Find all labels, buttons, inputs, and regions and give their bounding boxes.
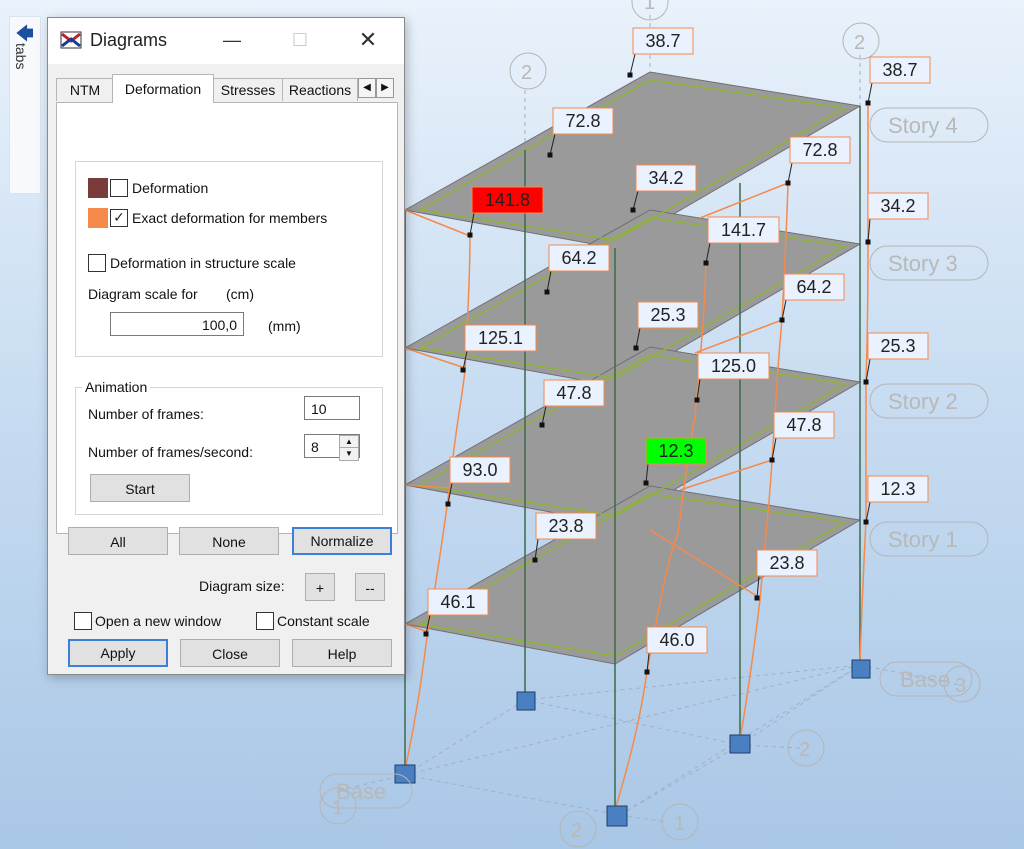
exact-deformation-checkbox[interactable]: ✓ [110, 209, 128, 227]
maximize-icon[interactable]: ☐ [284, 26, 316, 54]
svg-text:2: 2 [799, 739, 810, 761]
constant-scale-checkbox[interactable] [256, 612, 274, 630]
minimize-icon[interactable]: — [216, 26, 248, 54]
deformation-value-label: 23.8 [754, 549, 818, 601]
svg-text:125.1: 125.1 [478, 328, 523, 348]
svg-text:47.8: 47.8 [556, 383, 591, 403]
svg-text:25.3: 25.3 [880, 336, 915, 356]
tab-ntm[interactable]: NTM [56, 78, 114, 101]
deformation-value-label: 72.8 [785, 136, 851, 186]
tab-scroll-left-icon[interactable]: ◀ [358, 78, 376, 98]
svg-text:2: 2 [521, 62, 532, 84]
structure-scale-label: Deformation in structure scale [110, 255, 296, 271]
scale-label: Diagram scale for [88, 286, 198, 302]
deformation-value-label: 47.8 [769, 411, 835, 463]
svg-text:93.0: 93.0 [462, 460, 497, 480]
story-4-label: Story 4 [888, 113, 958, 138]
animation-title: Animation [82, 379, 151, 395]
svg-text:1: 1 [332, 797, 343, 819]
svg-text:47.8: 47.8 [786, 415, 821, 435]
deformation-label: Deformation [132, 180, 209, 196]
close-icon[interactable]: ✕ [352, 26, 384, 54]
svg-text:46.1: 46.1 [440, 592, 475, 612]
frames-input[interactable]: 10 [304, 396, 360, 420]
tab-scroll-right-icon[interactable]: ▶ [376, 78, 394, 98]
svg-text:38.7: 38.7 [645, 31, 680, 51]
tab-reactions[interactable]: Reactions [282, 78, 358, 101]
svg-text:141.7: 141.7 [721, 220, 766, 240]
deformation-value-label: 12.3 [863, 475, 929, 525]
svg-text:141.8: 141.8 [485, 190, 530, 210]
apply-button[interactable]: Apply [68, 639, 168, 667]
svg-text:38.7: 38.7 [882, 60, 917, 80]
frames-label: Number of frames: [88, 406, 204, 422]
none-button[interactable]: None [179, 527, 279, 555]
deformation-value-label: 25.3 [863, 332, 929, 385]
tab-bar: NTM Deformation Stresses Reactions ◀ ▶ [56, 74, 396, 103]
tab-stresses[interactable]: Stresses [212, 78, 284, 101]
svg-text:2: 2 [854, 32, 865, 54]
svg-text:12.3: 12.3 [658, 441, 693, 461]
animation-group: Animation Number of frames: 10 Number of… [75, 379, 383, 515]
open-new-window-label: Open a new window [95, 613, 222, 629]
diagrams-dialog: Diagrams — ☐ ✕ NTM Deformation Stresses … [47, 17, 405, 675]
diagram-size-label: Diagram size: [199, 578, 285, 594]
diagram-size-plus-button[interactable]: + [305, 573, 335, 601]
title-bar[interactable]: Diagrams — ☐ ✕ [48, 18, 404, 64]
scale-value-unit: (mm) [268, 318, 301, 334]
svg-text:72.8: 72.8 [565, 111, 600, 131]
svg-text:23.8: 23.8 [769, 553, 804, 573]
dialog-title: Diagrams [90, 30, 168, 50]
deformation-value-label: 34.2 [865, 192, 929, 245]
help-button[interactable]: Help [292, 639, 392, 667]
deformation-value-label: 46.0 [644, 626, 708, 675]
svg-text:46.0: 46.0 [659, 630, 694, 650]
structure-scale-checkbox[interactable] [88, 254, 106, 272]
base-label-left: Base [336, 779, 386, 804]
svg-text:1: 1 [674, 813, 685, 835]
constant-scale-label: Constant scale [277, 613, 370, 629]
exact-deformation-label: Exact deformation for members [132, 210, 328, 226]
base-label-right: Base [900, 667, 950, 692]
svg-text:2: 2 [571, 820, 582, 842]
fps-label: Number of frames/second: [88, 444, 253, 460]
story-2-label: Story 2 [888, 389, 958, 414]
deformation-value-label: 64.2 [779, 273, 845, 323]
svg-text:1: 1 [644, 0, 655, 14]
svg-text:12.3: 12.3 [880, 479, 915, 499]
scale-input[interactable]: 100,0 [110, 312, 244, 336]
svg-text:3: 3 [955, 675, 966, 697]
deformation-value-label: 38.7 [865, 56, 931, 106]
spin-down-icon[interactable]: ▼ [339, 447, 359, 461]
all-button[interactable]: All [68, 527, 168, 555]
exact-color-swatch[interactable] [88, 208, 108, 228]
tab-deformation[interactable]: Deformation [112, 74, 214, 103]
close-button[interactable]: Close [180, 639, 280, 667]
svg-text:25.3: 25.3 [650, 305, 685, 325]
svg-text:23.8: 23.8 [548, 516, 583, 536]
svg-text:34.2: 34.2 [880, 196, 915, 216]
scale-unit: (cm) [226, 286, 254, 302]
deformation-checkbox[interactable] [110, 179, 128, 197]
story-3-label: Story 3 [888, 251, 958, 276]
story-1-label: Story 1 [888, 527, 958, 552]
deformation-color-swatch[interactable] [88, 178, 108, 198]
svg-text:64.2: 64.2 [561, 248, 596, 268]
deformation-options-group: Deformation ✓ Exact deformation for memb… [75, 161, 383, 357]
svg-text:34.2: 34.2 [648, 168, 683, 188]
diagram-size-minus-button[interactable]: -- [355, 573, 385, 601]
deformation-value-label: 38.7 [627, 27, 694, 78]
app-icon [60, 31, 82, 49]
svg-text:64.2: 64.2 [796, 277, 831, 297]
normalize-button[interactable]: Normalize [292, 527, 392, 555]
open-new-window-checkbox[interactable] [74, 612, 92, 630]
svg-text:125.0: 125.0 [711, 356, 756, 376]
start-button[interactable]: Start [90, 474, 190, 502]
svg-text:72.8: 72.8 [802, 140, 837, 160]
deformation-pane: Deformation ✓ Exact deformation for memb… [56, 102, 398, 534]
